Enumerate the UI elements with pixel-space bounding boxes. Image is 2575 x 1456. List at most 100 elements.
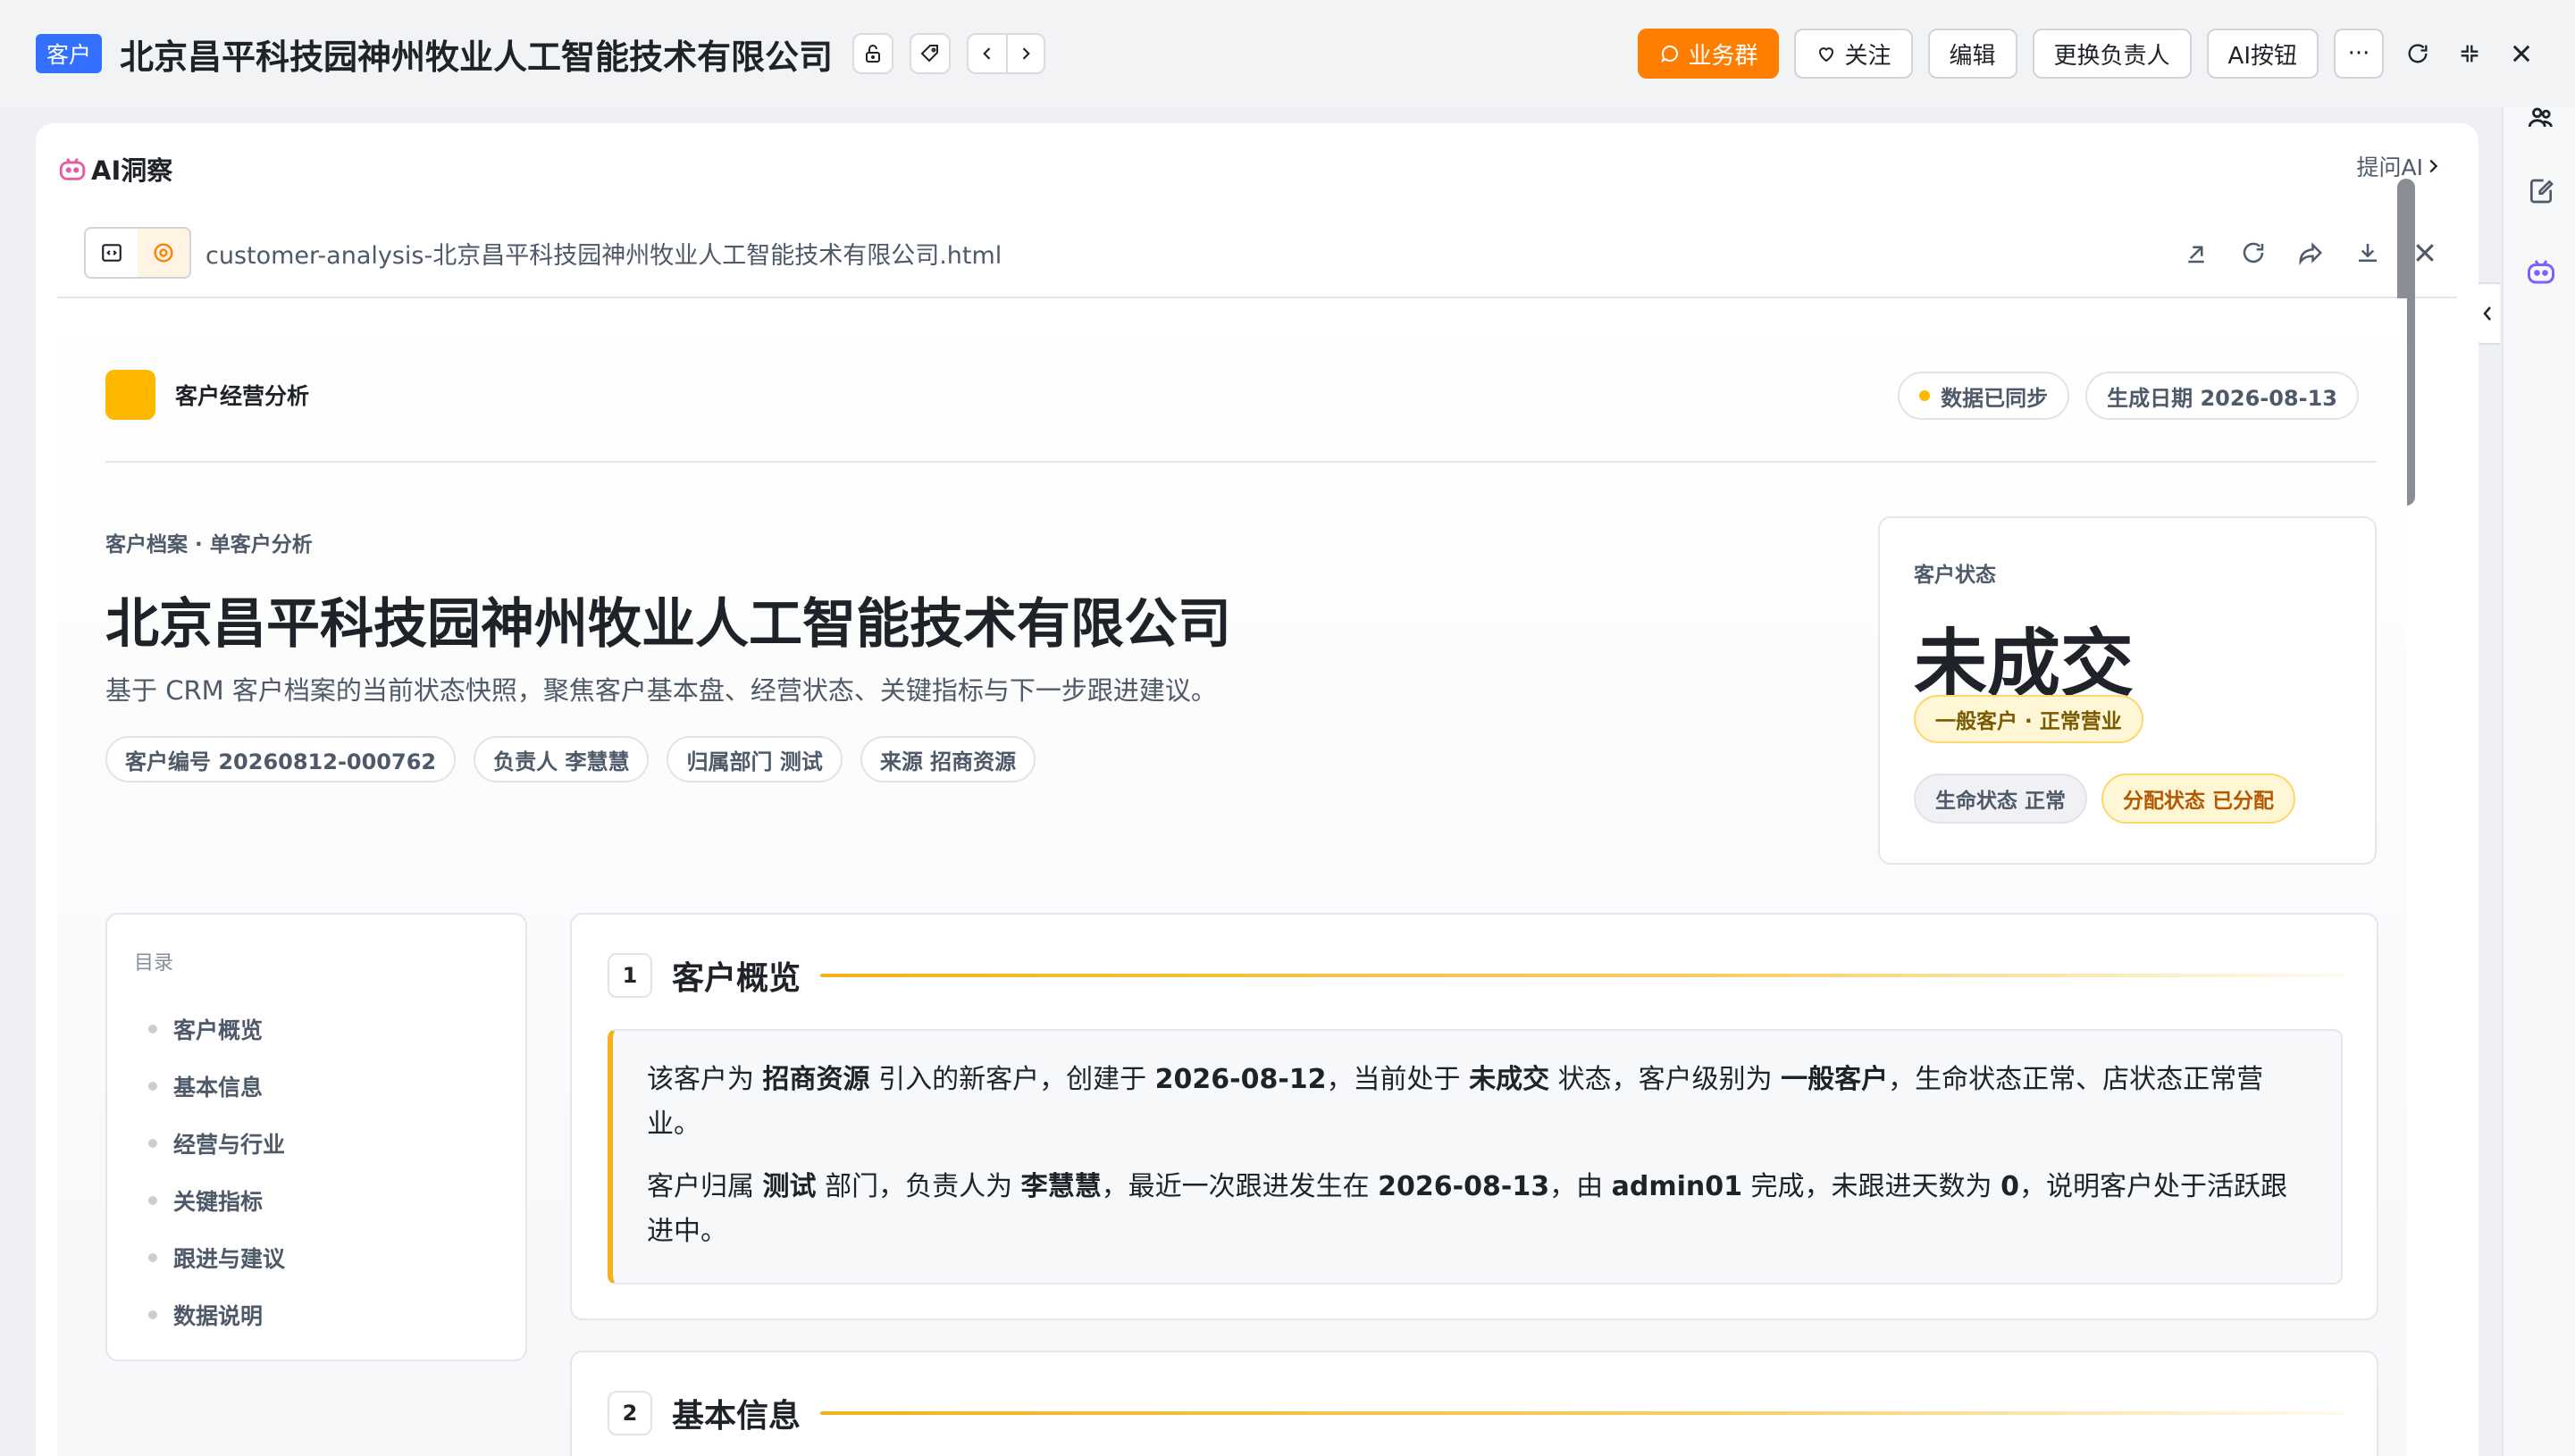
toc-item-data-notes[interactable]: 数据说明 xyxy=(148,1286,285,1343)
toc-item-followup[interactable]: 跟进与建议 xyxy=(148,1229,285,1286)
meta-tag-department: 归属部门 测试 xyxy=(667,736,843,782)
chevron-right-icon xyxy=(1022,47,1030,60)
section-title: 客户概览 xyxy=(672,960,801,997)
report-logo xyxy=(105,370,155,420)
view-mode-toggle xyxy=(84,227,191,279)
more-button[interactable]: ··· xyxy=(2334,29,2384,79)
section-header: 2 基本信息 xyxy=(608,1390,2344,1436)
business-group-button[interactable]: 业务群 xyxy=(1638,29,1780,79)
tag-button[interactable] xyxy=(910,33,952,74)
toc-item-basic-info[interactable]: 基本信息 xyxy=(148,1058,285,1115)
download-button[interactable] xyxy=(2348,233,2387,272)
summary-paragraph-1: 该客户为 招商资源 引入的新客户，创建于 2026-08-12，当前处于 未成交… xyxy=(647,1064,2264,1140)
next-record-button[interactable] xyxy=(1006,35,1044,72)
breadcrumb: 客户档案 · 单客户分析 xyxy=(105,533,313,556)
record-type-tag: 客户 xyxy=(36,34,103,73)
section-number: 2 xyxy=(608,1391,652,1435)
preview-view-button[interactable] xyxy=(138,229,189,277)
rail-item-team[interactable] xyxy=(2521,98,2561,138)
status-label: 客户状态 xyxy=(1914,564,1996,587)
report-preview: 客户经营分析 数据已同步 生成日期 2026-08-13 客户档案 · 单客户分… xyxy=(57,298,2407,1456)
record-header: 客户 北京昌平科技园神州牧业人工智能技术有限公司 业务群 关注 编辑 更换负责人… xyxy=(0,0,2575,107)
chevron-left-icon xyxy=(2483,306,2491,321)
customer-level-badge: 一般客户 · 正常营业 xyxy=(1914,695,2143,743)
meta-tags: 客户编号 20260812-000762 负责人 李慧慧 归属部门 测试 来源 … xyxy=(105,736,1053,782)
page-title: 北京昌平科技园神州牧业人工智能技术有限公司 xyxy=(105,593,1231,656)
toc-label: 目录 xyxy=(134,952,174,975)
meta-tag-owner: 负责人 李慧慧 xyxy=(474,736,650,782)
ai-insight-title: AI洞察 xyxy=(91,155,173,186)
toc-item-overview[interactable]: 客户概览 xyxy=(148,1000,285,1058)
section-divider-line xyxy=(820,974,2344,977)
toc-item-key-metrics[interactable]: 关键指标 xyxy=(148,1172,285,1229)
close-record-button[interactable] xyxy=(2504,36,2539,71)
share-button[interactable] xyxy=(2291,233,2330,272)
download-icon xyxy=(2359,244,2377,262)
lock-icon xyxy=(866,45,881,63)
refresh-icon xyxy=(2408,44,2428,63)
file-name: customer-analysis-北京昌平科技园神州牧业人工智能技术有限公司.… xyxy=(205,241,1002,270)
report-header: 客户经营分析 xyxy=(105,370,309,420)
heart-icon xyxy=(1819,47,1834,63)
ai-robot-icon xyxy=(59,157,86,180)
ai-insight-header: AI洞察 xyxy=(57,150,172,188)
reload-button[interactable] xyxy=(2234,233,2273,272)
record-nav xyxy=(967,33,1046,74)
ai-button[interactable]: AI按钮 xyxy=(2206,29,2319,79)
collapse-button[interactable] xyxy=(2452,36,2487,71)
eye-icon xyxy=(154,243,173,263)
edit-note-icon xyxy=(2530,179,2554,204)
chevron-left-icon xyxy=(983,47,991,60)
section-title: 基本信息 xyxy=(672,1398,801,1435)
section-divider-line xyxy=(820,1411,2344,1415)
rail-item-ai[interactable] xyxy=(2521,252,2561,291)
refresh-icon xyxy=(2243,242,2264,264)
toc-list: 客户概览 基本信息 经营与行业 关键指标 跟进与建议 数据说明 xyxy=(148,1000,285,1343)
open-external-button[interactable] xyxy=(2177,233,2216,272)
toc-item-business[interactable]: 经营与行业 xyxy=(148,1115,285,1172)
meta-tag-source: 来源 招商资源 xyxy=(860,736,1036,782)
sync-dot-icon xyxy=(1919,390,1931,401)
open-external-icon xyxy=(2188,246,2204,264)
summary-paragraph-2: 客户归属 测试 部门，负责人为 李慧慧，最近一次跟进发生在 2026-08-13… xyxy=(647,1171,2287,1247)
follow-button[interactable]: 关注 xyxy=(1794,29,1913,79)
sync-status-badge: 数据已同步 xyxy=(1898,372,2070,420)
ask-ai-link[interactable]: 提问AI xyxy=(2357,150,2443,182)
record-title: 北京昌平科技园神州牧业人工智能技术有限公司 xyxy=(120,37,834,77)
assign-status-badge: 分配状态 已分配 xyxy=(2101,774,2296,824)
team-icon xyxy=(2528,107,2553,128)
rail-item-notes[interactable] xyxy=(2521,172,2561,211)
chat-bubble-icon xyxy=(1661,46,1679,63)
right-sidebar xyxy=(2502,107,2575,1456)
life-status-badge: 生命状态 正常 xyxy=(1914,774,2088,824)
code-icon xyxy=(102,244,122,262)
page-subtitle: 基于 CRM 客户档案的当前状态快照，聚焦客户基本盘、经营状态、关键指标与下一步… xyxy=(105,675,1217,706)
tag-icon xyxy=(920,45,939,63)
sync-status-text: 数据已同步 xyxy=(1941,385,2049,411)
ai-robot-icon xyxy=(2528,260,2554,284)
edit-button[interactable]: 编辑 xyxy=(1927,29,2017,79)
section-basic-info: 2 基本信息 xyxy=(570,1351,2378,1456)
customer-status-card: 客户状态 未成交 一般客户 · 正常营业 生命状态 正常 分配状态 已分配 xyxy=(1878,516,2377,865)
file-toolbar: customer-analysis-北京昌平科技园神州牧业人工智能技术有限公司.… xyxy=(57,209,2457,298)
chevron-right-icon xyxy=(2429,159,2438,173)
report-divider xyxy=(105,461,2377,463)
section-number: 1 xyxy=(608,953,652,998)
ask-ai-label: 提问AI xyxy=(2356,155,2423,180)
close-icon xyxy=(2512,45,2530,63)
change-owner-button[interactable]: 更换负责人 xyxy=(2032,29,2192,79)
prev-record-button[interactable] xyxy=(969,35,1006,72)
overview-summary: 该客户为 招商资源 引入的新客户，创建于 2026-08-12，当前处于 未成交… xyxy=(608,1029,2343,1284)
table-of-contents: 目录 客户概览 基本信息 经营与行业 关键指标 跟进与建议 数据说明 xyxy=(105,913,527,1361)
meta-tag-customer-id: 客户编号 20260812-000762 xyxy=(105,736,457,782)
shrink-icon xyxy=(2461,45,2479,63)
code-view-button[interactable] xyxy=(86,229,138,277)
lock-button[interactable] xyxy=(852,33,894,74)
generated-date-badge: 生成日期 2026-08-13 xyxy=(2085,372,2359,420)
report-status-pills: 数据已同步 生成日期 2026-08-13 xyxy=(1882,372,2359,420)
refresh-button[interactable] xyxy=(2400,36,2436,71)
section-overview: 1 客户概览 该客户为 招商资源 引入的新客户，创建于 2026-08-12，当… xyxy=(570,913,2378,1320)
business-group-label: 业务群 xyxy=(1688,42,1758,70)
report-header-title: 客户经营分析 xyxy=(175,383,310,409)
status-chip-row: 生命状态 正常 分配状态 已分配 xyxy=(1914,774,2310,824)
